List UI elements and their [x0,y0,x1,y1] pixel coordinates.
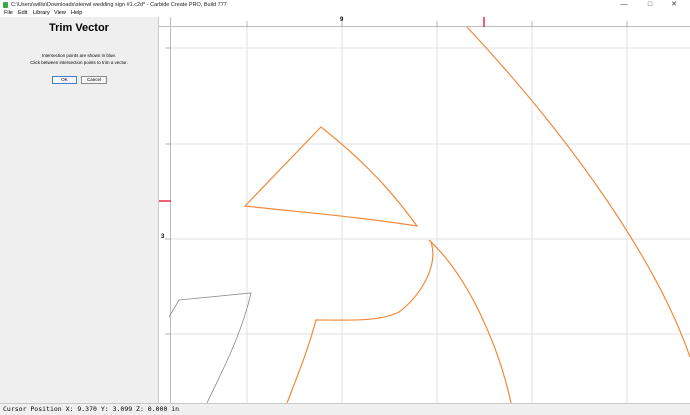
status-bar: Cursor Position X: 9.370 Y: 3.099 Z: 0.0… [0,403,690,415]
cursor-position-readout: Cursor Position X: 9.370 Y: 3.099 Z: 0.0… [3,405,180,413]
grid-lines [171,27,690,403]
instruction-line-2: Click between intersection points to tri… [30,60,128,65]
triangle-vector [243,126,419,227]
trim-vector-panel: Trim Vector Intersection points are show… [0,17,159,403]
menu-view[interactable]: View [54,10,66,17]
menu-file[interactable]: File [4,10,13,17]
vector-paths [243,26,690,404]
cancel-button[interactable]: Cancel [81,76,107,84]
menu-edit[interactable]: Edit [18,10,27,17]
canvas-drawing [159,17,690,404]
ok-button[interactable]: OK [52,76,77,84]
app-logo-icon [3,2,8,8]
title-bar: C:\Users\willis\Downloads\stenwl wedding… [0,0,690,10]
close-button[interactable]: ✕ [664,0,684,10]
panel-title: Trim Vector [49,22,109,34]
maximize-button[interactable]: □ [640,0,660,10]
ruler-left-label: 3 [161,234,165,240]
window-title: C:\Users\willis\Downloads\stenwl wedding… [11,2,227,8]
ruler-ticks [165,21,628,335]
lower-arc-vector [286,241,434,404]
menu-help[interactable]: Help [71,10,82,17]
minimize-button[interactable]: — [614,0,634,10]
menu-bar: File Edit Library View Help [0,10,690,17]
selected-vector-gray [168,292,252,404]
instruction-line-1: Intersection points are shown in blue. [41,53,117,58]
ruler-top-label: 9 [340,17,344,23]
menu-library[interactable]: Library [33,10,50,17]
design-canvas[interactable] [159,17,690,404]
outer-arc-vector [466,26,690,358]
inner-curve-vector [428,239,512,404]
